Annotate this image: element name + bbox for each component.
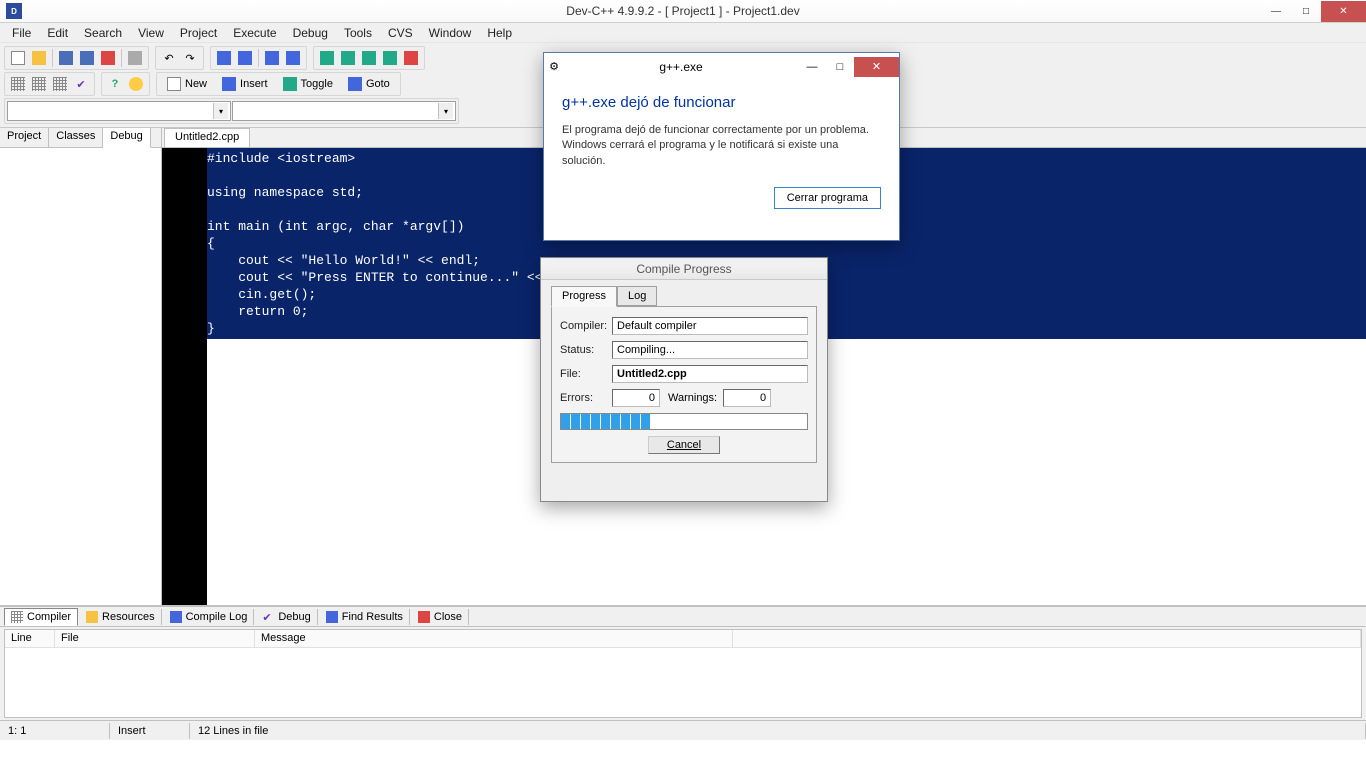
help-icon[interactable]: ? [105,74,125,94]
menu-search[interactable]: Search [76,24,130,42]
save-all-icon[interactable] [77,48,97,68]
editor-tab-untitled2[interactable]: Untitled2.cpp [164,128,250,147]
compile-icon[interactable] [317,48,337,68]
col-file[interactable]: File [55,630,255,647]
menu-window[interactable]: Window [421,24,480,42]
redo-icon[interactable]: ↷ [180,48,200,68]
error-dialog: ⚙ g++.exe — □ ✕ g++.exe dejó de funciona… [543,52,900,241]
find-icon[interactable] [214,48,234,68]
error-heading: g++.exe dejó de funcionar [562,94,881,111]
progress-tab-log[interactable]: Log [617,286,657,306]
compile-progress-dialog: Compile Progress Progress Log Compiler:D… [540,257,828,502]
bottom-panel: Compiler Resources Compile Log ✔Debug Fi… [0,605,1366,720]
maximize-button[interactable]: □ [1291,1,1321,22]
menubar: File Edit Search View Project Execute De… [0,23,1366,43]
sidebar: Project Classes Debug [0,128,162,605]
compile-run-icon[interactable] [359,48,379,68]
project-icon[interactable] [50,74,70,94]
cancel-button[interactable]: Cancel [648,436,720,454]
bottom-tab-find-results[interactable]: Find Results [320,609,410,625]
debug-run-icon[interactable] [401,48,421,68]
menu-project[interactable]: Project [172,24,225,42]
val-file: Untitled2.cpp [612,365,808,383]
lbl-errors: Errors: [560,392,612,404]
editor-gutter [162,148,207,605]
app-icon: D [6,3,22,19]
col-line[interactable]: Line [5,630,55,647]
replace-icon[interactable] [235,48,255,68]
col-blank [733,630,1361,647]
menu-cvs[interactable]: CVS [380,24,421,42]
new-project-icon[interactable] [8,74,28,94]
sidebar-tab-classes[interactable]: Classes [49,128,103,147]
menu-tools[interactable]: Tools [336,24,380,42]
val-compiler: Default compiler [612,317,808,335]
err-close-button[interactable]: ✕ [854,57,899,77]
window-title: Dev-C++ 4.9.9.2 - [ Project1 ] - Project… [566,4,799,18]
lbl-file: File: [560,368,612,380]
val-warnings: 0 [723,389,771,407]
compile-progress-title: Compile Progress [541,258,827,280]
rebuild-icon[interactable] [380,48,400,68]
menu-view[interactable]: View [130,24,172,42]
find-next-icon[interactable] [262,48,282,68]
close-file-icon[interactable] [98,48,118,68]
err-maximize-button[interactable]: □ [826,57,854,77]
toggle-button[interactable]: Toggle [276,74,340,94]
val-errors: 0 [612,389,660,407]
lbl-status: Status: [560,344,612,356]
goto-button[interactable]: Goto [341,74,397,94]
run-icon[interactable] [338,48,358,68]
save-icon[interactable] [56,48,76,68]
close-button[interactable]: ✕ [1321,1,1366,22]
sidebar-tab-debug[interactable]: Debug [103,128,150,148]
chevron-down-icon: ▾ [438,103,453,119]
project-options-icon[interactable] [29,74,49,94]
val-status: Compiling... [612,341,808,359]
status-position: 1: 1 [0,723,110,739]
progress-bar [560,413,808,430]
bottom-tab-compile-log[interactable]: Compile Log [164,609,255,625]
menu-help[interactable]: Help [479,24,520,42]
col-message[interactable]: Message [255,630,733,647]
window-controls: — □ ✕ [1261,1,1366,22]
bottom-tab-compiler[interactable]: Compiler [4,608,78,626]
bottom-tab-resources[interactable]: Resources [80,609,162,625]
menu-execute[interactable]: Execute [225,24,284,42]
bottom-tab-close[interactable]: Close [412,609,469,625]
method-combo[interactable]: ▾ [232,101,456,121]
progress-tab-progress[interactable]: Progress [551,286,617,307]
about-icon[interactable] [126,74,146,94]
undo-icon[interactable]: ↶ [159,48,179,68]
new-file-icon[interactable] [8,48,28,68]
err-minimize-button[interactable]: — [798,57,826,77]
error-dialog-title: g++.exe [564,60,798,74]
bottom-tab-debug[interactable]: ✔Debug [256,609,317,625]
print-icon[interactable] [125,48,145,68]
sidebar-tab-project[interactable]: Project [0,128,49,147]
app-crash-icon: ⚙ [544,60,564,73]
window-titlebar: D Dev-C++ 4.9.9.2 - [ Project1 ] - Proje… [0,0,1366,23]
menu-file[interactable]: File [4,24,39,42]
error-list[interactable]: Line File Message [4,629,1362,718]
menu-debug[interactable]: Debug [285,24,336,42]
close-program-button[interactable]: Cerrar programa [774,187,881,209]
statusbar: 1: 1 Insert 12 Lines in file [0,720,1366,740]
chevron-down-icon: ▾ [213,103,228,119]
check-icon[interactable]: ✔ [71,74,91,94]
lbl-compiler: Compiler: [560,320,612,332]
new-button[interactable]: New [160,74,214,94]
menu-edit[interactable]: Edit [39,24,76,42]
minimize-button[interactable]: — [1261,1,1291,22]
error-body: El programa dejó de funcionar correctame… [562,123,881,169]
class-combo[interactable]: ▾ [7,101,231,121]
goto-line-icon[interactable] [283,48,303,68]
status-mode: Insert [110,723,190,739]
insert-button[interactable]: Insert [215,74,275,94]
open-file-icon[interactable] [29,48,49,68]
status-lines: 12 Lines in file [190,723,1366,739]
lbl-warnings: Warnings: [668,392,717,404]
